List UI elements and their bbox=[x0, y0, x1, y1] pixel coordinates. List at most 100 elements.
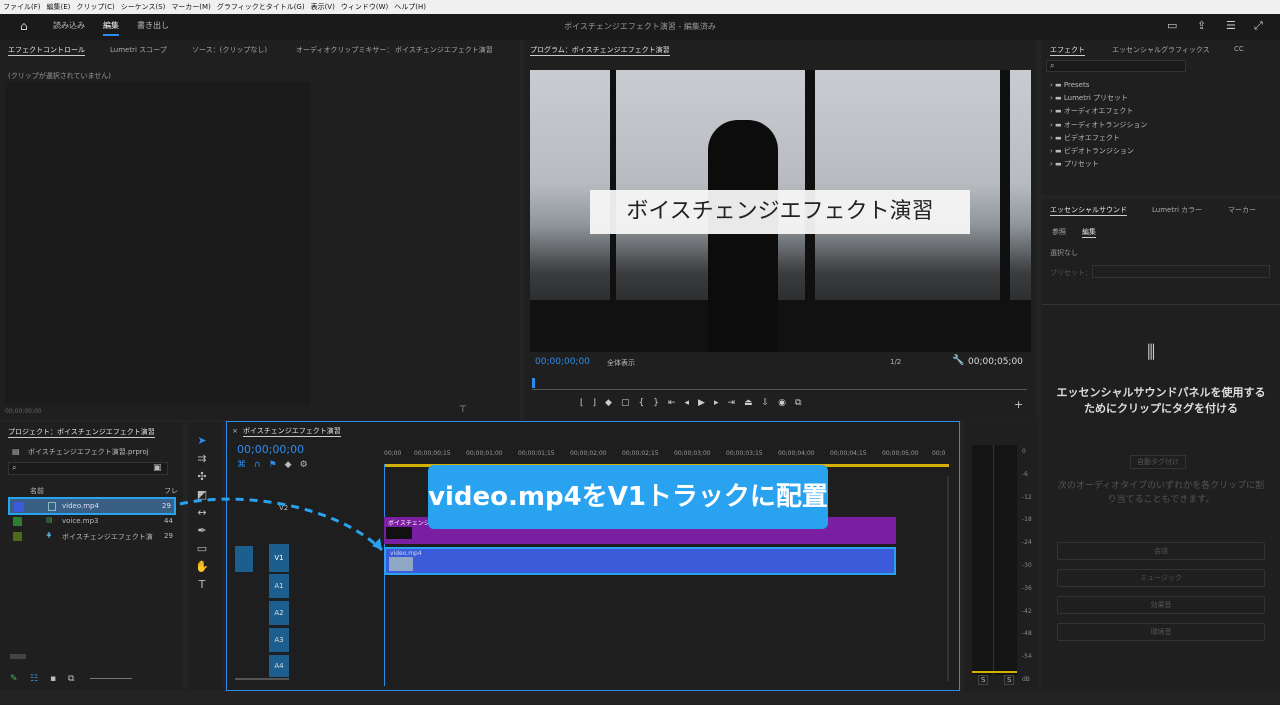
marker-add-icon[interactable]: ◆ bbox=[285, 460, 300, 470]
tab-cc[interactable]: CC bbox=[1234, 45, 1244, 53]
write-icon[interactable]: ✎ bbox=[10, 674, 18, 684]
track-label-a1[interactable]: A1 bbox=[269, 574, 289, 598]
new-bin-icon[interactable]: ▣ bbox=[153, 463, 162, 473]
track-select-icon[interactable]: ⇉ bbox=[195, 452, 209, 466]
tree-item-presets[interactable]: › ▬ Presets bbox=[1050, 79, 1147, 92]
menu-help[interactable]: ヘルプ(H) bbox=[391, 0, 429, 14]
goto-out-icon[interactable]: ⇥ bbox=[727, 398, 744, 408]
step-forward-icon[interactable]: ▸ bbox=[714, 398, 728, 408]
menu-edit[interactable]: 編集(E) bbox=[44, 0, 74, 14]
tree-item-lumetri[interactable]: › ▬ Lumetri プリセット bbox=[1050, 92, 1147, 105]
preset-select[interactable] bbox=[1092, 265, 1270, 278]
export-frame-icon[interactable]: ◉ bbox=[778, 398, 795, 408]
menu-sequence[interactable]: シーケンス(S) bbox=[118, 0, 169, 14]
music-button[interactable]: ミュージック bbox=[1057, 569, 1265, 587]
menu-marker[interactable]: マーカー(M) bbox=[168, 0, 214, 14]
project-item-video[interactable]: video.mp4 29 bbox=[8, 497, 176, 515]
tree-item-video-effects[interactable]: › ▬ ビデオエフェクト bbox=[1050, 132, 1147, 145]
lift-icon[interactable]: ⏏ bbox=[744, 398, 762, 408]
program-timecode[interactable]: 00;00;00;00 bbox=[535, 357, 590, 367]
tab-project[interactable]: プロジェクト：ボイスチェンジエフェクト演習 bbox=[8, 427, 155, 438]
tab-lumetri-color[interactable]: Lumetri カラー bbox=[1152, 205, 1202, 215]
zoom-slider[interactable] bbox=[90, 678, 132, 679]
marker-icon[interactable]: ◆ bbox=[605, 398, 621, 408]
step-back-icon[interactable]: ◂ bbox=[684, 398, 698, 408]
ripple-edit-icon[interactable]: ✣ bbox=[195, 470, 209, 484]
track-label-a4[interactable]: A4 bbox=[269, 655, 289, 677]
fullscreen-icon[interactable]: ⤢ bbox=[1254, 19, 1263, 33]
col-name[interactable]: 名前 bbox=[30, 486, 44, 496]
safe-margin-icon[interactable]: ▢ bbox=[621, 398, 639, 408]
share-icon[interactable]: ⇪ bbox=[1197, 19, 1206, 32]
tab-sequence-timeline[interactable]: ボイスチェンジエフェクト演習 bbox=[243, 426, 341, 437]
solo-right-button[interactable]: S bbox=[1004, 675, 1015, 685]
tab-import[interactable]: 読み込み bbox=[53, 20, 85, 31]
tree-item-audio-effects[interactable]: › ▬ オーディオエフェクト bbox=[1050, 105, 1147, 118]
nest-icon[interactable]: ⌘ bbox=[237, 460, 254, 470]
tab-edit[interactable]: 編集 bbox=[103, 20, 119, 36]
play-icon[interactable]: ▶ bbox=[698, 398, 714, 408]
list-view-icon[interactable]: ☷ bbox=[30, 674, 38, 684]
project-item-audio[interactable]: ▤ voice.mp3 44 bbox=[8, 515, 176, 529]
type-icon[interactable]: T bbox=[195, 578, 209, 592]
mark-out-icon[interactable]: ⌋ bbox=[593, 398, 606, 408]
program-label[interactable]: プログラム：ボイスチェンジエフェクト演習 bbox=[530, 45, 670, 56]
out-icon[interactable]: } bbox=[653, 398, 668, 408]
tab-audio-clip-mixer[interactable]: オーディオクリップミキサー： bbox=[296, 45, 393, 55]
menu-view[interactable]: 表示(V) bbox=[308, 0, 338, 14]
in-icon[interactable]: { bbox=[638, 398, 653, 408]
snap-icon[interactable]: ∩ bbox=[254, 460, 269, 470]
filter-icon[interactable]: ⊤ bbox=[459, 405, 467, 415]
freeform-icon[interactable]: ⧉ bbox=[68, 674, 74, 684]
tab-effects[interactable]: エフェクト bbox=[1050, 45, 1085, 56]
menu-window[interactable]: ウィンドウ(W) bbox=[338, 0, 391, 14]
menu-clip[interactable]: クリップ(C) bbox=[73, 0, 117, 14]
quality-select[interactable]: 1/2 bbox=[890, 358, 901, 366]
auto-tag-button[interactable]: 自動タグ付け bbox=[1130, 455, 1186, 469]
icon-view-icon[interactable]: ▪ bbox=[50, 674, 56, 684]
track-label-a3[interactable]: A3 bbox=[269, 628, 289, 652]
effects-search-input[interactable]: ⌕ bbox=[1046, 60, 1186, 72]
tab-source[interactable]: ソース：(クリップなし) bbox=[192, 45, 267, 55]
home-icon[interactable]: ⌂ bbox=[20, 19, 28, 33]
workspaces-icon[interactable]: ☰ bbox=[1226, 19, 1236, 32]
ambience-button[interactable]: 環境音 bbox=[1057, 623, 1265, 641]
project-item-sequence[interactable]: ⋕ ボイスチェンジエフェクト演 29 bbox=[8, 530, 176, 544]
compare-icon[interactable]: ⧉ bbox=[795, 398, 810, 408]
tree-item-user-presets[interactable]: › ▬ プリセット bbox=[1050, 158, 1147, 171]
tab-markers[interactable]: マーカー bbox=[1228, 205, 1256, 215]
project-search-input[interactable]: ⌕ bbox=[8, 462, 168, 475]
subtab-browse[interactable]: 参照 bbox=[1052, 227, 1066, 237]
track-label-a2[interactable]: A2 bbox=[269, 601, 289, 625]
menu-file[interactable]: ファイル(F) bbox=[0, 0, 44, 14]
hand-icon[interactable]: ✋ bbox=[195, 560, 209, 574]
tab-essential-graphics[interactable]: エッセンシャルグラフィックス bbox=[1112, 45, 1210, 55]
add-button-icon[interactable]: + bbox=[1014, 398, 1023, 411]
extract-icon[interactable]: ⇩ bbox=[762, 398, 779, 408]
tree-item-audio-transitions[interactable]: › ▬ オーディオトランジション bbox=[1050, 119, 1147, 132]
tab-lumetri-scopes[interactable]: Lumetri スコープ bbox=[110, 45, 167, 55]
selection-tool-icon[interactable]: ➤ bbox=[195, 434, 209, 448]
program-video-frame[interactable]: ボイスチェンジエフェクト演習 bbox=[530, 70, 1031, 352]
program-scrubber[interactable] bbox=[532, 378, 1027, 390]
subtab-edit[interactable]: 編集 bbox=[1082, 227, 1096, 238]
goto-in-icon[interactable]: ⇤ bbox=[668, 398, 685, 408]
dialogue-button[interactable]: 会話 bbox=[1057, 542, 1265, 560]
menu-graphics[interactable]: グラフィックとタイトル(G) bbox=[214, 0, 308, 14]
timeline-vscroll[interactable] bbox=[947, 476, 949, 681]
timeline-hscroll[interactable] bbox=[235, 678, 289, 680]
tree-item-video-transitions[interactable]: › ▬ ビデオトランジション bbox=[1050, 145, 1147, 158]
close-icon[interactable]: × bbox=[232, 427, 238, 435]
tab-essential-sound[interactable]: エッセンシャルサウンド bbox=[1050, 205, 1127, 216]
quick-export-icon[interactable]: ▭ bbox=[1167, 19, 1177, 32]
timeline-timecode[interactable]: 00;00;00;00 bbox=[237, 443, 304, 456]
tab-effect-controls[interactable]: エフェクトコントロール bbox=[8, 45, 85, 56]
settings-icon[interactable]: ⚙ bbox=[300, 460, 316, 470]
tab-export[interactable]: 書き出し bbox=[137, 20, 169, 31]
project-scrollbar[interactable] bbox=[10, 654, 26, 659]
mark-in-icon[interactable]: ⌊ bbox=[580, 398, 593, 408]
tab-sequence[interactable]: ボイスチェンジエフェクト演習 bbox=[395, 45, 493, 55]
sfx-button[interactable]: 効果音 bbox=[1057, 596, 1265, 614]
fit-select[interactable]: 全体表示 bbox=[607, 358, 635, 368]
solo-left-button[interactable]: S bbox=[978, 675, 989, 685]
